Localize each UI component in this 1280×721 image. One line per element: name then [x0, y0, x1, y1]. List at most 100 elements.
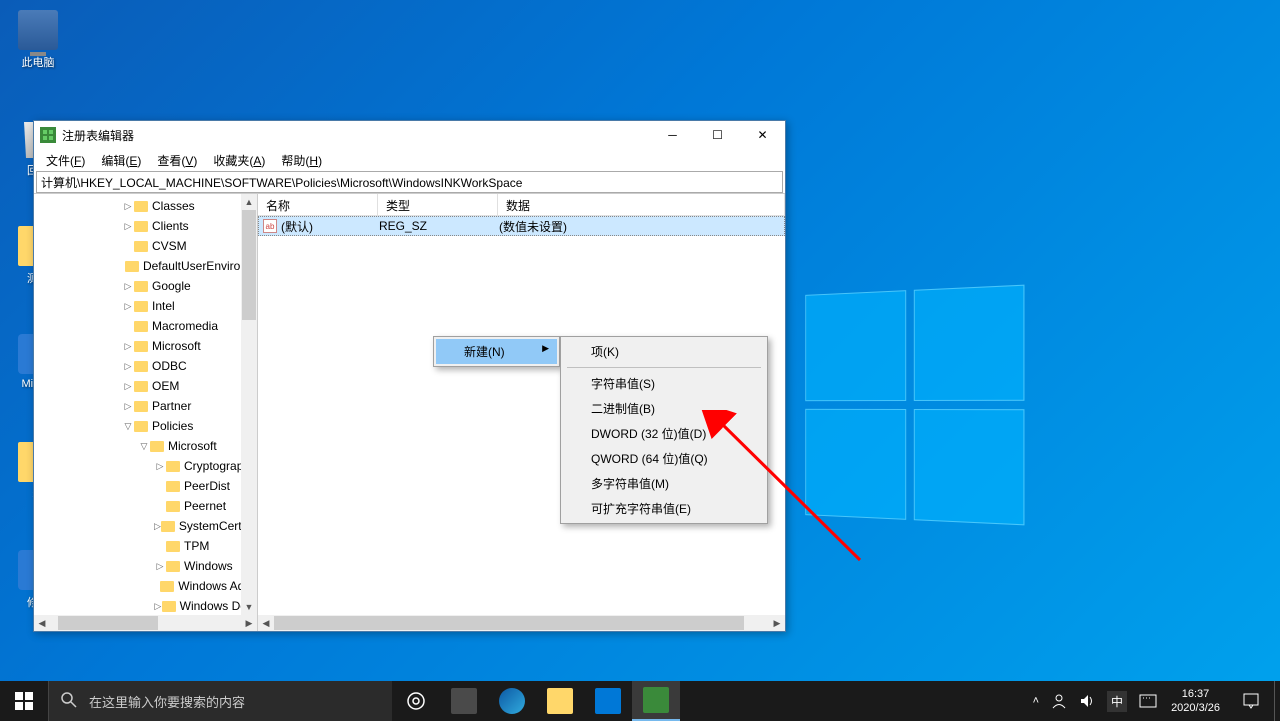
menu-item[interactable]: 收藏夹(A)	[205, 150, 273, 171]
menu-item[interactable]: 编辑(E)	[93, 150, 149, 171]
tree-item[interactable]: ▷SystemCertifica	[34, 516, 257, 536]
menu-item[interactable]: 文件(F)	[38, 150, 93, 171]
expander-icon[interactable]: ▽	[122, 421, 134, 432]
tree-item[interactable]: CVSM	[34, 236, 257, 256]
minimize-button[interactable]: ─	[650, 121, 695, 149]
column-type[interactable]: 类型	[378, 194, 498, 215]
tray-clock[interactable]: 16:37 2020/3/26	[1163, 687, 1228, 715]
context-item[interactable]: 二进制值(B)	[563, 396, 765, 421]
context-item[interactable]: DWORD (32 位)值(D)	[563, 421, 765, 446]
tree-item[interactable]: ▷Google	[34, 276, 257, 296]
tray-chevron-up-icon[interactable]: ˄	[1027, 681, 1045, 721]
tray-volume-icon[interactable]	[1073, 681, 1101, 721]
taskbar-edge[interactable]	[488, 681, 536, 721]
titlebar[interactable]: 注册表编辑器 ─ ☐ ✕	[34, 121, 785, 149]
tray-people-icon[interactable]	[1045, 681, 1073, 721]
expander-icon[interactable]: ▷	[122, 221, 134, 232]
expander-icon[interactable]: ▷	[154, 561, 166, 572]
tree-item[interactable]: ▷Classes	[34, 196, 257, 216]
expander-icon[interactable]: ▷	[122, 201, 134, 212]
taskbar-regedit[interactable]	[632, 681, 680, 721]
expander-icon[interactable]: ▽	[138, 441, 150, 452]
folder-icon	[134, 201, 148, 212]
search-box[interactable]: 在这里输入你要搜索的内容	[48, 681, 392, 721]
mail-icon	[595, 688, 621, 714]
maximize-button[interactable]: ☐	[695, 121, 740, 149]
tree-label: Partner	[152, 399, 191, 413]
tree-vertical-scrollbar[interactable]: ▲ ▼	[241, 194, 257, 615]
tree-item[interactable]: ▽Microsoft	[34, 436, 257, 456]
tree-item[interactable]: PeerDist	[34, 476, 257, 496]
folder-icon	[547, 688, 573, 714]
context-item[interactable]: 多字符串值(M)	[563, 471, 765, 496]
folder-icon	[134, 321, 148, 332]
task-view-button[interactable]	[392, 681, 440, 721]
expander-icon[interactable]: ▷	[122, 301, 134, 312]
context-item[interactable]: QWORD (64 位)值(Q)	[563, 446, 765, 471]
context-menu-main: 新建(N) ▶	[433, 336, 560, 367]
value-list[interactable]: ab(默认)REG_SZ(数值未设置)	[258, 216, 785, 236]
tree-item[interactable]: ▷OEM	[34, 376, 257, 396]
value-row[interactable]: ab(默认)REG_SZ(数值未设置)	[258, 216, 785, 236]
column-data[interactable]: 数据	[498, 194, 785, 215]
folder-icon	[134, 221, 148, 232]
expander-icon[interactable]: ▷	[122, 341, 134, 352]
tree-item[interactable]: ▷Clients	[34, 216, 257, 236]
taskbar-app-1[interactable]	[440, 681, 488, 721]
menu-item[interactable]: 帮助(H)	[273, 150, 330, 171]
tree-item[interactable]: ▽Policies	[34, 416, 257, 436]
folder-icon	[166, 561, 180, 572]
tree-item[interactable]: ▷Cryptography	[34, 456, 257, 476]
folder-icon	[162, 601, 176, 612]
tree-label: Peernet	[184, 499, 226, 513]
folder-icon	[150, 441, 164, 452]
tree-label: PeerDist	[184, 479, 230, 493]
expander-icon[interactable]: ▷	[122, 381, 134, 392]
expander-icon[interactable]: ▷	[154, 461, 166, 472]
registry-tree[interactable]: ▷Classes▷ClientsCVSMDefaultUserEnvironm▷…	[34, 194, 257, 616]
tree-item[interactable]: TPM	[34, 536, 257, 556]
tree-item[interactable]: ▷ Microsoft	[34, 336, 257, 356]
expander-icon[interactable]: ▷	[122, 361, 134, 372]
tree-item[interactable]: ▷ Windows	[34, 556, 257, 576]
tray-keyboard-icon[interactable]	[1133, 681, 1163, 721]
desktop-icon[interactable]: 此电脑	[8, 10, 68, 70]
tray-ime[interactable]: 中	[1101, 681, 1133, 721]
tree-item[interactable]: ▷Windows Defe	[34, 596, 257, 616]
app-icon	[40, 127, 56, 143]
tree-item[interactable]: ▷ Partner	[34, 396, 257, 416]
tree-item[interactable]: Peernet	[34, 496, 257, 516]
tree-horizontal-scrollbar[interactable]: ◀ ▶	[34, 615, 257, 631]
taskbar-mail[interactable]	[584, 681, 632, 721]
tree-item[interactable]: ▷ODBC	[34, 356, 257, 376]
context-item[interactable]: 字符串值(S)	[563, 371, 765, 396]
tree-item[interactable]: Macromedia	[34, 316, 257, 336]
context-item[interactable]: 项(K)	[563, 339, 765, 364]
folder-icon	[161, 521, 175, 532]
expander-icon[interactable]: ▷	[122, 281, 134, 292]
expander-icon[interactable]: ▷	[154, 601, 162, 612]
tree-item[interactable]: ▷Intel	[34, 296, 257, 316]
start-button[interactable]	[0, 681, 48, 721]
tree-item[interactable]: Windows Adva	[34, 576, 257, 596]
context-item-new[interactable]: 新建(N) ▶	[436, 339, 557, 364]
list-horizontal-scrollbar[interactable]: ◀ ▶	[258, 615, 785, 631]
show-desktop-button[interactable]	[1274, 681, 1280, 721]
folder-icon	[160, 581, 174, 592]
context-item[interactable]: 可扩充字符串值(E)	[563, 496, 765, 521]
list-header[interactable]: 名称 类型 数据	[258, 194, 785, 216]
expander-icon[interactable]: ▷	[122, 401, 134, 412]
menubar: 文件(F)编辑(E)查看(V)收藏夹(A)帮助(H)	[34, 149, 785, 171]
tree-item[interactable]: DefaultUserEnvironm	[34, 256, 257, 276]
context-separator	[567, 367, 761, 368]
tree-label: TPM	[184, 539, 209, 553]
close-button[interactable]: ✕	[740, 121, 785, 149]
address-bar[interactable]: 计算机\HKEY_LOCAL_MACHINE\SOFTWARE\Policies…	[36, 171, 783, 193]
expander-icon[interactable]: ▷	[154, 521, 161, 532]
column-name[interactable]: 名称	[258, 194, 378, 215]
tree-label: Microsoft	[152, 339, 201, 353]
taskbar-explorer[interactable]	[536, 681, 584, 721]
menu-item[interactable]: 查看(V)	[149, 150, 205, 171]
tree-label: Windows	[184, 559, 233, 573]
tray-notifications-icon[interactable]	[1228, 681, 1274, 721]
